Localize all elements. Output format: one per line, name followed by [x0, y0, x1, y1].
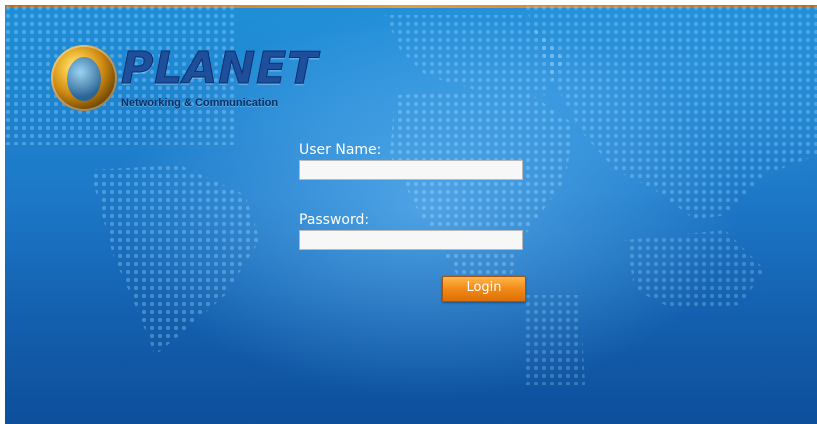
- username-input[interactable]: [299, 160, 523, 180]
- brand-tagline: Networking & Communication: [121, 97, 279, 109]
- brand-logo: PLANET Networking & Communication: [51, 45, 318, 117]
- brand-name: PLANET: [120, 43, 319, 94]
- username-label: User Name:: [299, 142, 382, 158]
- login-form: User Name: Password:: [299, 142, 529, 250]
- login-button[interactable]: Login: [442, 276, 526, 302]
- top-accent-border: [5, 5, 817, 8]
- page: PLANET Networking & Communication User N…: [0, 0, 817, 424]
- password-input[interactable]: [299, 230, 523, 250]
- globe-logo-icon: [51, 45, 117, 111]
- password-label: Password:: [299, 212, 370, 228]
